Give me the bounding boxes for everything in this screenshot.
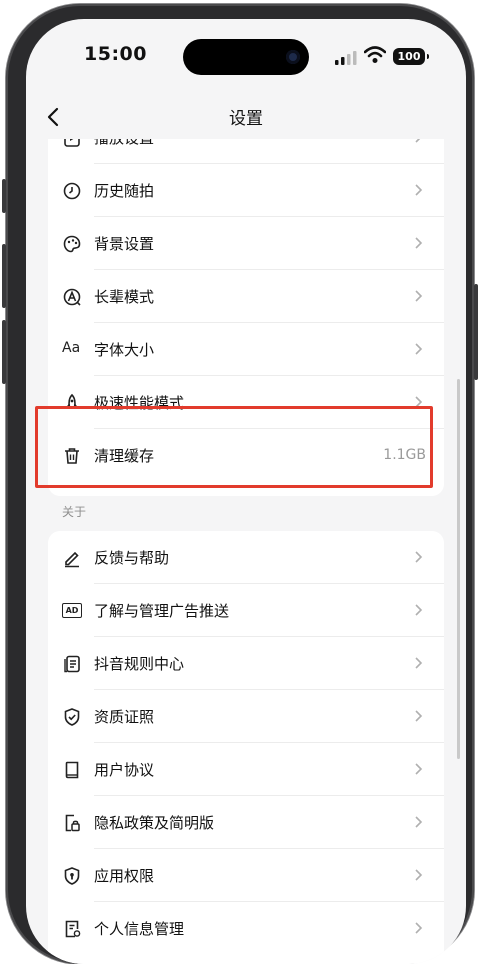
about-row-qualifications[interactable]: 资质证照	[48, 690, 444, 743]
ad-icon: AD	[62, 603, 82, 618]
shield-keyhole-icon	[64, 867, 80, 885]
about-row-ad-management[interactable]: AD 了解与管理广告推送	[48, 584, 444, 637]
personal-info-icon	[65, 920, 81, 938]
status-time: 15:00	[84, 43, 147, 65]
settings-row-label: 历史随拍	[94, 182, 155, 200]
mute-switch	[2, 179, 6, 213]
nav-bar-foreground: 设置	[26, 91, 466, 141]
shield-check-icon	[64, 708, 80, 726]
settings-row-label: 隐私政策及简明版	[94, 814, 215, 832]
settings-row-background[interactable]: 背景设置	[48, 217, 444, 270]
chevron-right-icon	[415, 604, 423, 616]
settings-row-label: 抖音规则中心	[94, 655, 185, 673]
highlight-box-clear-cache	[35, 406, 433, 488]
chevron-right-icon	[415, 551, 423, 563]
book-icon	[65, 761, 79, 779]
battery-icon: 100	[393, 48, 429, 65]
settings-row-elder-mode[interactable]: 长辈模式	[48, 270, 444, 323]
settings-row-label: 了解与管理广告推送	[94, 602, 230, 620]
wifi-icon	[364, 46, 386, 63]
settings-row-history[interactable]: 历史随拍	[48, 164, 444, 217]
about-card: 反馈与帮助 AD 了解与管理广告推送 抖音规则中心 资质证照 用户协议 隐私政策…	[48, 531, 444, 964]
volume-down-button	[2, 320, 6, 384]
chevron-right-icon	[415, 237, 423, 249]
battery-level: 100	[397, 50, 421, 63]
settings-row-label: 个人信息管理	[94, 920, 185, 938]
settings-row-label: 资质证照	[94, 708, 155, 726]
privacy-lock-icon	[65, 814, 80, 832]
settings-row-label: 反馈与帮助	[94, 549, 170, 567]
chevron-right-icon	[415, 290, 423, 302]
screen: 15:00 100 设置	[26, 19, 466, 964]
about-row-app-permissions[interactable]: 应用权限	[48, 849, 444, 902]
page-title-text: 设置	[229, 109, 263, 129]
chevron-right-icon	[415, 816, 423, 828]
settings-row-label: 用户协议	[94, 761, 155, 779]
chevron-right-icon	[415, 710, 423, 722]
about-row-privacy-policy[interactable]: 隐私政策及简明版	[48, 796, 444, 849]
rules-document-icon	[64, 655, 80, 673]
volume-up-button	[2, 244, 6, 308]
settings-row-label: 应用权限	[94, 867, 155, 885]
chevron-right-icon	[415, 343, 423, 355]
history-clock-icon	[63, 182, 81, 200]
chevron-right-icon	[415, 922, 423, 934]
status-bar: 15:00 100	[26, 19, 466, 89]
pen-icon	[65, 551, 79, 568]
settings-row-label: 字体大小	[94, 341, 155, 359]
font-size-icon: Aa	[62, 340, 81, 356]
chevron-right-icon	[415, 184, 423, 196]
settings-row-font-size[interactable]: Aa 字体大小	[48, 323, 444, 376]
power-button	[474, 284, 478, 380]
chevron-right-icon	[415, 763, 423, 775]
about-row-personal-info[interactable]: 个人信息管理	[48, 902, 444, 955]
about-row-feedback[interactable]: 反馈与帮助	[48, 531, 444, 584]
chevron-right-icon	[415, 657, 423, 669]
scrollbar[interactable]	[457, 379, 460, 759]
elder-mode-icon	[63, 288, 81, 306]
front-camera	[286, 50, 300, 64]
chevron-right-icon	[415, 869, 423, 881]
about-row-rules-center[interactable]: 抖音规则中心	[48, 637, 444, 690]
settings-row-label: 长辈模式	[94, 288, 155, 306]
section-label-about: 关于	[62, 505, 87, 519]
signal-icon	[335, 51, 357, 65]
settings-row-label: 背景设置	[94, 235, 155, 253]
palette-icon	[63, 235, 81, 253]
about-row-user-agreement[interactable]: 用户协议	[48, 743, 444, 796]
